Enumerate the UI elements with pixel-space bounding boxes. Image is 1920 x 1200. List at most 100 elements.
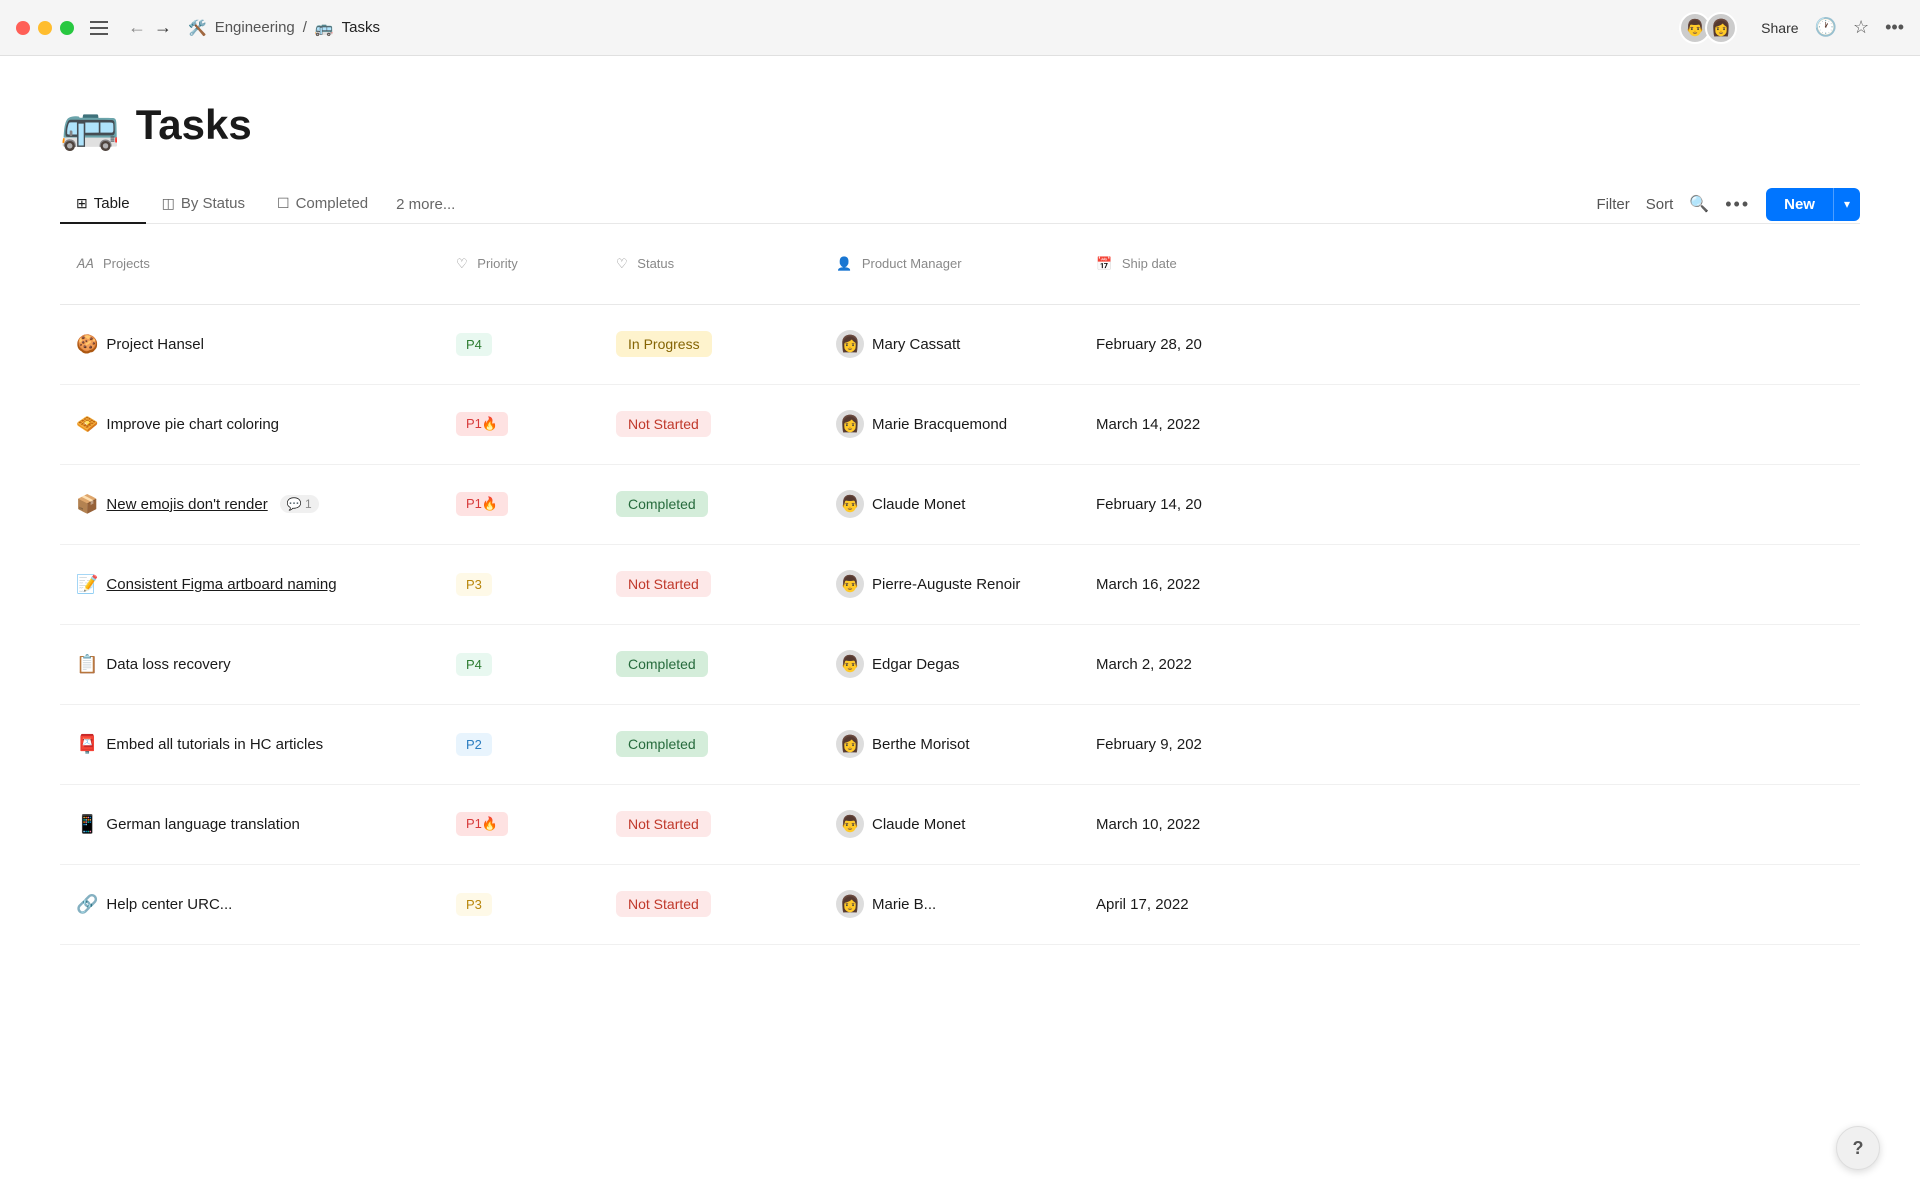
pm-avatar: 👨 (836, 570, 864, 598)
project-name[interactable]: Data loss recovery (106, 656, 230, 673)
tab-by-status[interactable]: ◫ By Status (146, 185, 261, 224)
page-emoji: 🚌 (315, 19, 334, 37)
priority-cell-1: P1🔥 (440, 384, 600, 464)
status-badge[interactable]: In Progress (616, 331, 712, 357)
pm-col-icon: 👤 (836, 256, 852, 271)
table-header-row: 𝐴𝐴 Projects ♡ Priority ♡ Status 👤 Produc… (60, 224, 1860, 304)
status-badge[interactable]: Not Started (616, 411, 711, 437)
more-tabs-button[interactable]: 2 more... (384, 186, 467, 223)
ship-date: March 10, 2022 (1096, 816, 1200, 833)
search-icon[interactable]: 🔍 (1689, 194, 1709, 214)
tab-completed-label: Completed (296, 195, 369, 212)
titlebar: ← → 🛠️ Engineering / 🚌 Tasks 👨 👩 Share 🕐… (0, 0, 1920, 56)
table-more-options[interactable]: ••• (1725, 194, 1750, 215)
status-cell-3: Not Started (600, 544, 820, 624)
priority-badge[interactable]: P1🔥 (456, 812, 508, 836)
pm-cell-1: 👩 Marie Bracquemond (820, 384, 1080, 464)
status-badge[interactable]: Not Started (616, 891, 711, 917)
project-name[interactable]: Improve pie chart coloring (106, 416, 279, 433)
project-name[interactable]: Project Hansel (106, 336, 204, 353)
priority-badge[interactable]: P3 (456, 573, 492, 596)
pm-cell-5: 👩 Berthe Morisot (820, 704, 1080, 784)
forward-arrow[interactable]: → (154, 17, 172, 38)
project-emoji: 🧇 (76, 414, 98, 435)
project-name[interactable]: New emojis don't render (106, 496, 267, 513)
project-cell-2: 📦 New emojis don't render💬 1 (60, 464, 440, 544)
priority-cell-2: P1🔥 (440, 464, 600, 544)
project-name[interactable]: German language translation (106, 816, 299, 833)
col-ship-label: Ship date (1122, 256, 1177, 271)
project-cell-5: 📮 Embed all tutorials in HC articles (60, 704, 440, 784)
priority-badge[interactable]: P1🔥 (456, 412, 508, 436)
project-emoji: 🍪 (76, 334, 98, 355)
new-button[interactable]: New (1766, 188, 1833, 221)
filter-button[interactable]: Filter (1596, 196, 1629, 213)
priority-badge[interactable]: P4 (456, 653, 492, 676)
pm-cell-0: 👩 Mary Cassatt (820, 304, 1080, 384)
user-avatars[interactable]: 👨 👩 (1679, 12, 1737, 44)
status-badge[interactable]: Not Started (616, 571, 711, 597)
col-projects-label: Projects (103, 256, 150, 271)
priority-badge[interactable]: P1🔥 (456, 492, 508, 516)
pm-cell-6: 👨 Claude Monet (820, 784, 1080, 864)
pm-name: Marie B... (872, 896, 936, 913)
pm-cell-3: 👨 Pierre-Auguste Renoir (820, 544, 1080, 624)
status-badge[interactable]: Completed (616, 651, 708, 677)
priority-badge[interactable]: P2 (456, 733, 492, 756)
table-tab-icon: ⊞ (76, 195, 88, 212)
table-row[interactable]: 📦 New emojis don't render💬 1 P1🔥 Completed… (60, 464, 1860, 544)
more-options-icon[interactable]: ••• (1885, 17, 1904, 38)
priority-cell-4: P4 (440, 624, 600, 704)
share-button[interactable]: Share (1761, 20, 1798, 36)
project-name[interactable]: Embed all tutorials in HC articles (106, 736, 323, 753)
priority-badge[interactable]: P3 (456, 893, 492, 916)
traffic-lights (16, 21, 74, 35)
status-col-icon: ♡ (616, 256, 628, 271)
tab-table[interactable]: ⊞ Table (60, 185, 146, 224)
priority-cell-7: P3 (440, 864, 600, 944)
page-title: Tasks (136, 101, 252, 149)
history-icon[interactable]: 🕐 (1815, 17, 1837, 38)
minimize-button[interactable] (38, 21, 52, 35)
table-row[interactable]: 🧇 Improve pie chart coloring P1🔥 Not Start… (60, 384, 1860, 464)
table-row[interactable]: 📱 German language translationP1🔥Not Star… (60, 784, 1860, 864)
breadcrumb-separator: / (303, 19, 307, 36)
table-row[interactable]: 📝 Consistent Figma artboard namingP3Not … (60, 544, 1860, 624)
project-name[interactable]: Consistent Figma artboard naming (106, 576, 336, 593)
workspace-name[interactable]: Engineering (215, 19, 295, 36)
status-badge[interactable]: Completed (616, 491, 708, 517)
table-row[interactable]: 📮 Embed all tutorials in HC articles P2 Co… (60, 704, 1860, 784)
pm-cell-2: 👨 Claude Monet (820, 464, 1080, 544)
new-button-dropdown[interactable]: ▾ (1833, 188, 1860, 221)
back-arrow[interactable]: ← (128, 17, 146, 38)
star-icon[interactable]: ☆ (1853, 17, 1869, 38)
avatar-2: 👩 (1705, 12, 1737, 44)
help-button[interactable]: ? (1836, 1126, 1880, 1170)
page-breadcrumb-name[interactable]: Tasks (342, 19, 380, 36)
status-badge[interactable]: Completed (616, 731, 708, 757)
project-cell-0: 🍪 Project Hansel (60, 304, 440, 384)
project-emoji: 📮 (76, 734, 98, 755)
status-cell-2: Completed (600, 464, 820, 544)
maximize-button[interactable] (60, 21, 74, 35)
nav-arrows: ← → (128, 17, 172, 38)
tab-completed[interactable]: ☐ Completed (261, 185, 384, 224)
priority-cell-0: P4 (440, 304, 600, 384)
menu-icon[interactable] (90, 19, 108, 37)
pm-avatar: 👨 (836, 810, 864, 838)
ship-date: February 14, 20 (1096, 496, 1202, 513)
col-header-pm: 👤 Product Manager (820, 224, 1080, 304)
table-row[interactable]: 🍪 Project Hansel P4 In Progress 👩 Mary Cas… (60, 304, 1860, 384)
table-row[interactable]: 📋 Data loss recoveryP4Completed 👨 Edgar … (60, 624, 1860, 704)
priority-badge[interactable]: P4 (456, 333, 492, 356)
table-row[interactable]: 🔗 Help center URC...P3Not Started 👩 Mari… (60, 864, 1860, 944)
status-cell-5: Completed (600, 704, 820, 784)
priority-cell-3: P3 (440, 544, 600, 624)
project-cell-4: 📋 Data loss recovery (60, 624, 440, 704)
close-button[interactable] (16, 21, 30, 35)
ship-date-cell-0: February 28, 20 (1080, 304, 1860, 384)
status-badge[interactable]: Not Started (616, 811, 711, 837)
sort-button[interactable]: Sort (1646, 196, 1674, 213)
project-name[interactable]: Help center URC... (106, 896, 232, 913)
ship-date: March 14, 2022 (1096, 416, 1200, 433)
